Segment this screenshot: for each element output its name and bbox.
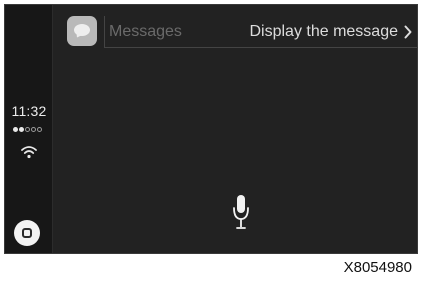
messages-icon[interactable] — [67, 16, 97, 46]
chevron-right-icon — [404, 25, 412, 39]
signal-dot-filled — [19, 127, 24, 132]
signal-strength-indicator — [13, 127, 47, 133]
microphone-icon[interactable] — [233, 194, 249, 230]
message-notification-row[interactable]: Messages Display the message — [104, 16, 417, 48]
reference-code: X8054980 — [343, 259, 412, 276]
home-button-icon — [22, 228, 32, 238]
carplay-screen: 11:32 Messages Display the message — [4, 4, 418, 254]
home-button[interactable] — [14, 220, 40, 246]
signal-dot-empty — [25, 127, 30, 132]
signal-dot-empty — [31, 127, 36, 132]
status-sidebar: 11:32 — [5, 5, 53, 253]
signal-dot-empty — [37, 127, 42, 132]
clock: 11:32 — [11, 103, 47, 119]
signal-dot-filled — [13, 127, 18, 132]
display-message-link[interactable]: Display the message — [249, 23, 412, 41]
app-title: Messages — [109, 23, 182, 40]
wifi-icon — [21, 146, 37, 159]
display-message-label: Display the message — [249, 23, 398, 40]
